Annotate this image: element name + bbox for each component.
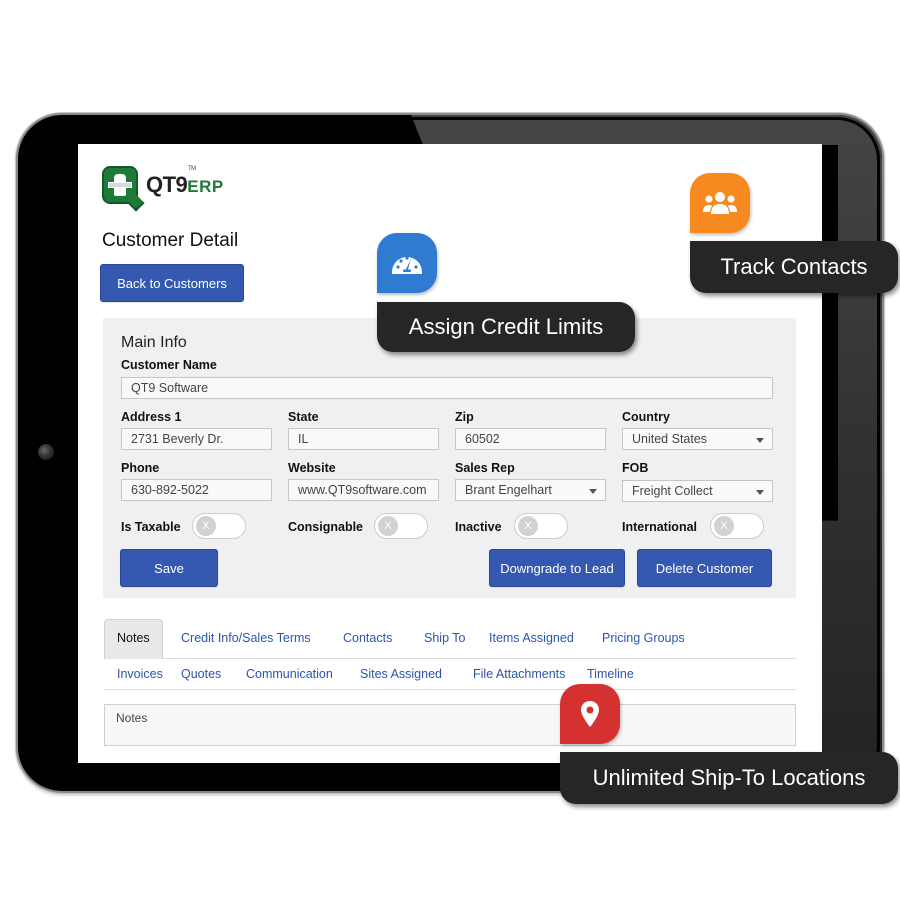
ship-to-badge <box>560 684 620 744</box>
gauge-icon <box>392 256 422 274</box>
country-label: Country <box>622 410 670 424</box>
consignable-toggle[interactable]: X <box>374 513 428 539</box>
credit-limit-callout: Assign Credit Limits <box>377 302 635 352</box>
delete-customer-button[interactable]: Delete Customer <box>637 549 772 587</box>
website-input[interactable]: www.QT9software.com <box>288 479 439 501</box>
fob-label: FOB <box>622 461 649 475</box>
is-taxable-label: Is Taxable <box>121 520 181 534</box>
inactive-toggle[interactable]: X <box>514 513 568 539</box>
x-icon: X <box>196 516 216 536</box>
international-label: International <box>622 520 698 534</box>
tab-bar-row2: Invoices Quotes Communication Sites Assi… <box>104 659 796 690</box>
state-input[interactable]: IL <box>288 428 439 450</box>
tab-timeline[interactable]: Timeline <box>587 667 634 681</box>
international-toggle[interactable]: X <box>710 513 764 539</box>
app-screen: QT9ERP TM Customer Detail Back to Custom… <box>78 144 822 763</box>
main-info-panel: Main Info Customer Name QT9 Software Add… <box>103 318 796 598</box>
x-icon: X <box>518 516 538 536</box>
camera-icon <box>38 444 54 460</box>
country-value: United States <box>632 432 708 446</box>
x-icon: X <box>714 516 734 536</box>
page-title: Customer Detail <box>102 230 239 251</box>
consignable-label: Consignable <box>288 520 364 534</box>
zip-input[interactable]: 60502 <box>455 428 606 450</box>
customer-name-input[interactable]: QT9 Software <box>121 377 773 399</box>
tab-sites-assigned[interactable]: Sites Assigned <box>360 667 442 681</box>
users-icon <box>703 192 737 214</box>
customer-name-label: Customer Name <box>121 358 217 372</box>
tab-credit-info[interactable]: Credit Info/Sales Terms <box>181 631 311 645</box>
tab-notes[interactable]: Notes <box>104 619 163 659</box>
back-to-customers-button[interactable]: Back to Customers <box>100 264 244 302</box>
inactive-label: Inactive <box>455 520 502 534</box>
track-contacts-badge <box>690 173 750 233</box>
track-contacts-callout: Track Contacts <box>690 241 898 293</box>
logo-trademark: TM <box>188 166 196 172</box>
logo-name: QT9 <box>146 172 188 197</box>
ship-to-callout: Unlimited Ship-To Locations <box>560 752 898 804</box>
tab-invoices[interactable]: Invoices <box>117 667 163 681</box>
tab-contacts[interactable]: Contacts <box>343 631 392 645</box>
credit-limit-badge <box>377 233 437 293</box>
map-pin-icon <box>581 701 599 727</box>
logo-text: QT9ERP TM <box>146 166 224 198</box>
tab-file-attachments[interactable]: File Attachments <box>473 667 565 681</box>
zip-label: Zip <box>455 410 474 424</box>
country-select[interactable]: United States <box>622 428 773 450</box>
tab-communication[interactable]: Communication <box>246 667 333 681</box>
chevron-down-icon <box>589 489 597 494</box>
chevron-down-icon <box>756 438 764 443</box>
main-info-title: Main Info <box>121 334 187 351</box>
phone-input[interactable]: 630-892-5022 <box>121 479 272 501</box>
phone-label: Phone <box>121 461 160 475</box>
downgrade-to-lead-button[interactable]: Downgrade to Lead <box>489 549 625 587</box>
tab-bar-row1: Notes Credit Info/Sales Terms Contacts S… <box>104 619 796 659</box>
sales-rep-label: Sales Rep <box>455 461 515 475</box>
is-taxable-toggle[interactable]: X <box>192 513 246 539</box>
sales-rep-value: Brant Engelhart <box>465 483 552 497</box>
address1-input[interactable]: 2731 Beverly Dr. <box>121 428 272 450</box>
tab-quotes[interactable]: Quotes <box>181 667 221 681</box>
save-button[interactable]: Save <box>120 549 218 587</box>
x-icon: X <box>378 516 398 536</box>
tab-ship-to[interactable]: Ship To <box>424 631 465 645</box>
sales-rep-select[interactable]: Brant Engelhart <box>455 479 606 501</box>
website-label: Website <box>288 461 336 475</box>
address1-label: Address 1 <box>121 410 182 424</box>
notes-placeholder: Notes <box>116 711 148 725</box>
chevron-down-icon <box>756 490 764 495</box>
notes-textarea[interactable]: Notes <box>104 704 796 746</box>
fob-value: Freight Collect <box>632 484 713 498</box>
fob-select[interactable]: Freight Collect <box>622 480 773 502</box>
qt9-logo: QT9ERP TM <box>102 166 224 204</box>
tab-items-assigned[interactable]: Items Assigned <box>489 631 574 645</box>
tab-pricing-groups[interactable]: Pricing Groups <box>602 631 685 645</box>
state-label: State <box>288 410 319 424</box>
logo-suffix: ERP <box>187 177 224 196</box>
qt9-logo-icon <box>102 166 138 204</box>
